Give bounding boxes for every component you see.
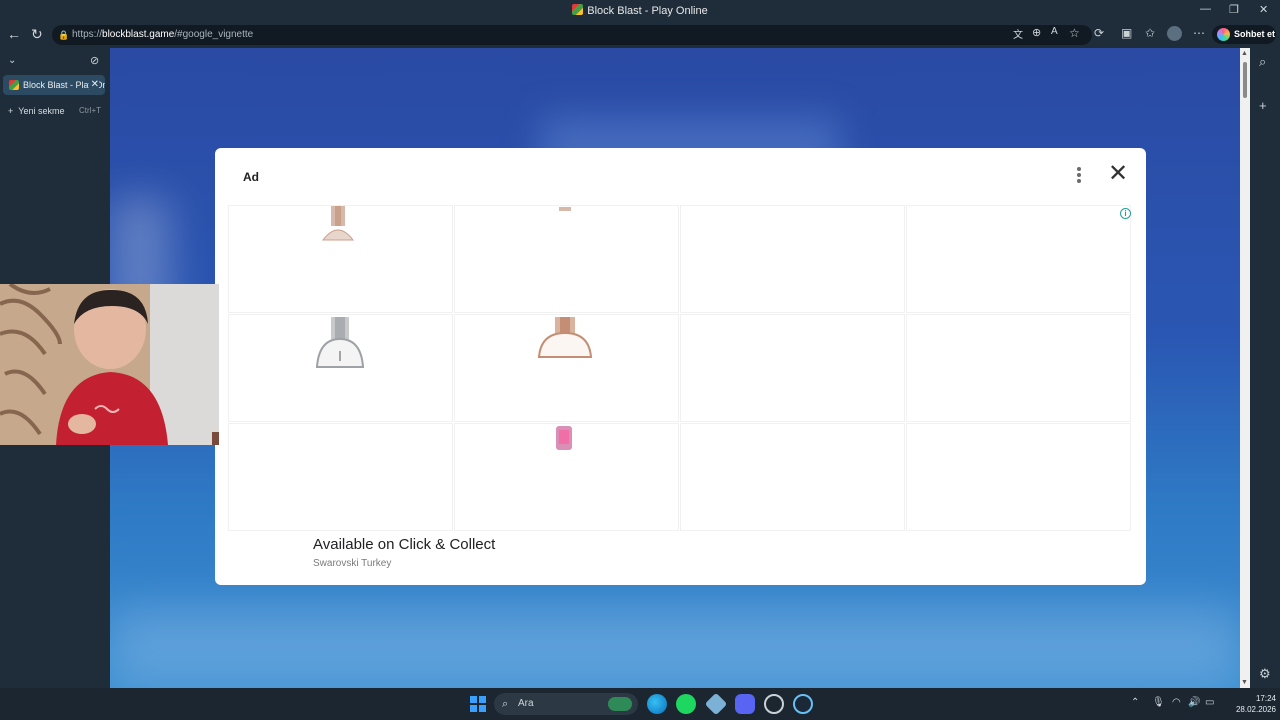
ad-product-tile[interactable] <box>907 315 1130 421</box>
block-blast-favicon-icon <box>572 4 584 15</box>
copilot-chat-button[interactable]: Sohbet et <box>1212 25 1276 44</box>
favorites-bar-icon[interactable]: ✩ <box>1145 26 1155 40</box>
more-icon[interactable]: ⋯ <box>1193 26 1205 40</box>
microphone-icon[interactable]: 🎙 <box>1152 697 1165 708</box>
lock-icon[interactable]: 🔒 <box>58 25 69 45</box>
app-icon[interactable] <box>704 692 728 716</box>
taskbar-clock[interactable]: 17:24 28.02.2026 <box>1226 693 1276 715</box>
steam-icon[interactable] <box>793 694 813 714</box>
volume-icon[interactable]: 🔊 <box>1188 697 1200 708</box>
rose-gold-watch-image <box>537 317 593 358</box>
ad-product-tile[interactable] <box>455 315 678 421</box>
ad-headline[interactable]: Available on Click & Collect <box>313 536 495 553</box>
battery-icon[interactable]: ▭ <box>1205 697 1214 708</box>
zoom-icon[interactable]: ⊕ <box>1032 26 1041 39</box>
windows-taskbar: ⌕ Ara ⌃ 🎙 ◠ 🔊 ▭ 17:24 28.02.2026 <box>0 688 1280 720</box>
search-icon: ⌕ <box>502 698 509 710</box>
show-hidden-icons-icon[interactable]: ⌃ <box>1131 697 1139 708</box>
scroll-up-icon[interactable]: ▲ <box>1241 50 1248 57</box>
edge-right-rail: ⌕ + ⚙ <box>1250 48 1280 688</box>
ad-options-icon[interactable] <box>1073 166 1085 186</box>
app-icon[interactable] <box>764 694 784 714</box>
blurred-game-footer <box>110 608 1240 688</box>
clock-date: 28.02.2026 <box>1235 705 1276 714</box>
window-title: Block Blast - Play Online <box>587 5 708 17</box>
maximize-button[interactable]: ❐ <box>1229 3 1239 16</box>
url-input[interactable]: 🔒 https://blockblast.game/#google_vignet… <box>52 25 1092 45</box>
ad-product-tile[interactable] <box>907 424 1130 530</box>
ad-advertiser[interactable]: Swarovski Turkey <box>313 558 391 569</box>
read-aloud-icon[interactable]: A <box>1051 26 1058 37</box>
page-scrollbar[interactable]: ▲ ▼ <box>1240 48 1250 688</box>
scrollbar-thumb[interactable] <box>1243 62 1247 98</box>
copilot-icon <box>1217 28 1230 41</box>
close-ad-button[interactable]: ✕ <box>1108 162 1128 186</box>
ad-product-tile[interactable] <box>681 206 904 312</box>
rose-gold-watch-image <box>321 206 355 241</box>
edge-icon[interactable] <box>647 694 667 714</box>
back-icon[interactable]: ← <box>7 26 21 42</box>
translate-icon[interactable]: 文 <box>1013 26 1023 41</box>
new-tab-button[interactable]: + Yeni sekme Ctrl+T <box>8 106 104 116</box>
chevron-down-icon[interactable]: ⌄ <box>8 55 16 66</box>
ad-product-tile[interactable] <box>229 315 452 421</box>
collections-icon[interactable]: ▣ <box>1121 26 1132 40</box>
ad-product-tile[interactable] <box>455 206 678 312</box>
ad-product-tile[interactable] <box>229 424 452 530</box>
windows-start-icon[interactable] <box>468 694 488 714</box>
discord-icon[interactable] <box>735 694 755 714</box>
profile-icon[interactable] <box>1167 26 1182 41</box>
copilot-label: Sohbet et <box>1234 29 1276 39</box>
taskbar-search-input[interactable]: ⌕ Ara <box>494 693 638 715</box>
title-bar: Block Blast - Play Online — ❐ ✕ <box>0 0 1280 22</box>
new-tab-label: Yeni sekme <box>18 106 65 116</box>
search-icon[interactable]: ⌕ <box>1259 54 1266 70</box>
url-scheme: https:// <box>72 29 103 40</box>
close-tab-icon[interactable]: ✕ <box>88 75 99 95</box>
webcam-overlay <box>0 284 219 445</box>
ad-product-tile[interactable] <box>681 424 904 530</box>
spotify-icon[interactable] <box>676 694 696 714</box>
settings-icon[interactable]: ⚙ <box>1259 666 1271 682</box>
ad-label: Ad <box>243 170 259 184</box>
extensions-icon[interactable]: ⟳ <box>1094 26 1104 40</box>
ad-info-icon[interactable]: i <box>1120 208 1131 219</box>
address-bar-row: ← ↻ 🔒 https://blockblast.game/#google_vi… <box>0 22 1280 48</box>
favorite-icon[interactable]: ☆ <box>1069 26 1080 40</box>
unpin-sidebar-icon[interactable]: ⊘ <box>90 54 99 67</box>
jewelry-image <box>559 207 571 211</box>
ad-product-tile[interactable] <box>681 315 904 421</box>
window-title-area: Block Blast - Play Online <box>0 4 1280 17</box>
ad-product-tile[interactable] <box>907 206 1130 312</box>
refresh-icon[interactable]: ↻ <box>31 26 43 43</box>
wifi-icon[interactable]: ◠ <box>1172 697 1181 708</box>
silver-watch-image <box>315 317 365 368</box>
taskbar-search-placeholder: Ara <box>518 698 534 709</box>
clock-time: 17:24 <box>1255 694 1276 703</box>
webcam-image <box>0 284 219 445</box>
ad-product-tile[interactable] <box>229 206 452 312</box>
tab-block-blast[interactable]: Block Blast - Play Online ✕ <box>3 75 105 95</box>
vignette-ad-dialog: Ad ✕ i Available on Click & Collect Swar… <box>215 148 1146 585</box>
add-icon: + <box>8 106 14 116</box>
pink-ring-image <box>556 426 572 450</box>
new-tab-shortcut: Ctrl+T <box>79 106 101 115</box>
url-host: blockblast.game <box>102 29 175 40</box>
add-icon[interactable]: + <box>1259 98 1267 113</box>
block-blast-tab-favicon-icon <box>9 80 19 90</box>
minimize-button[interactable]: — <box>1200 3 1211 15</box>
url-path: /#google_vignette <box>174 29 254 40</box>
search-highlight-icon <box>608 697 632 711</box>
close-window-button[interactable]: ✕ <box>1259 3 1268 16</box>
ad-product-tile[interactable] <box>455 424 678 530</box>
scroll-down-icon[interactable]: ▼ <box>1241 679 1248 686</box>
